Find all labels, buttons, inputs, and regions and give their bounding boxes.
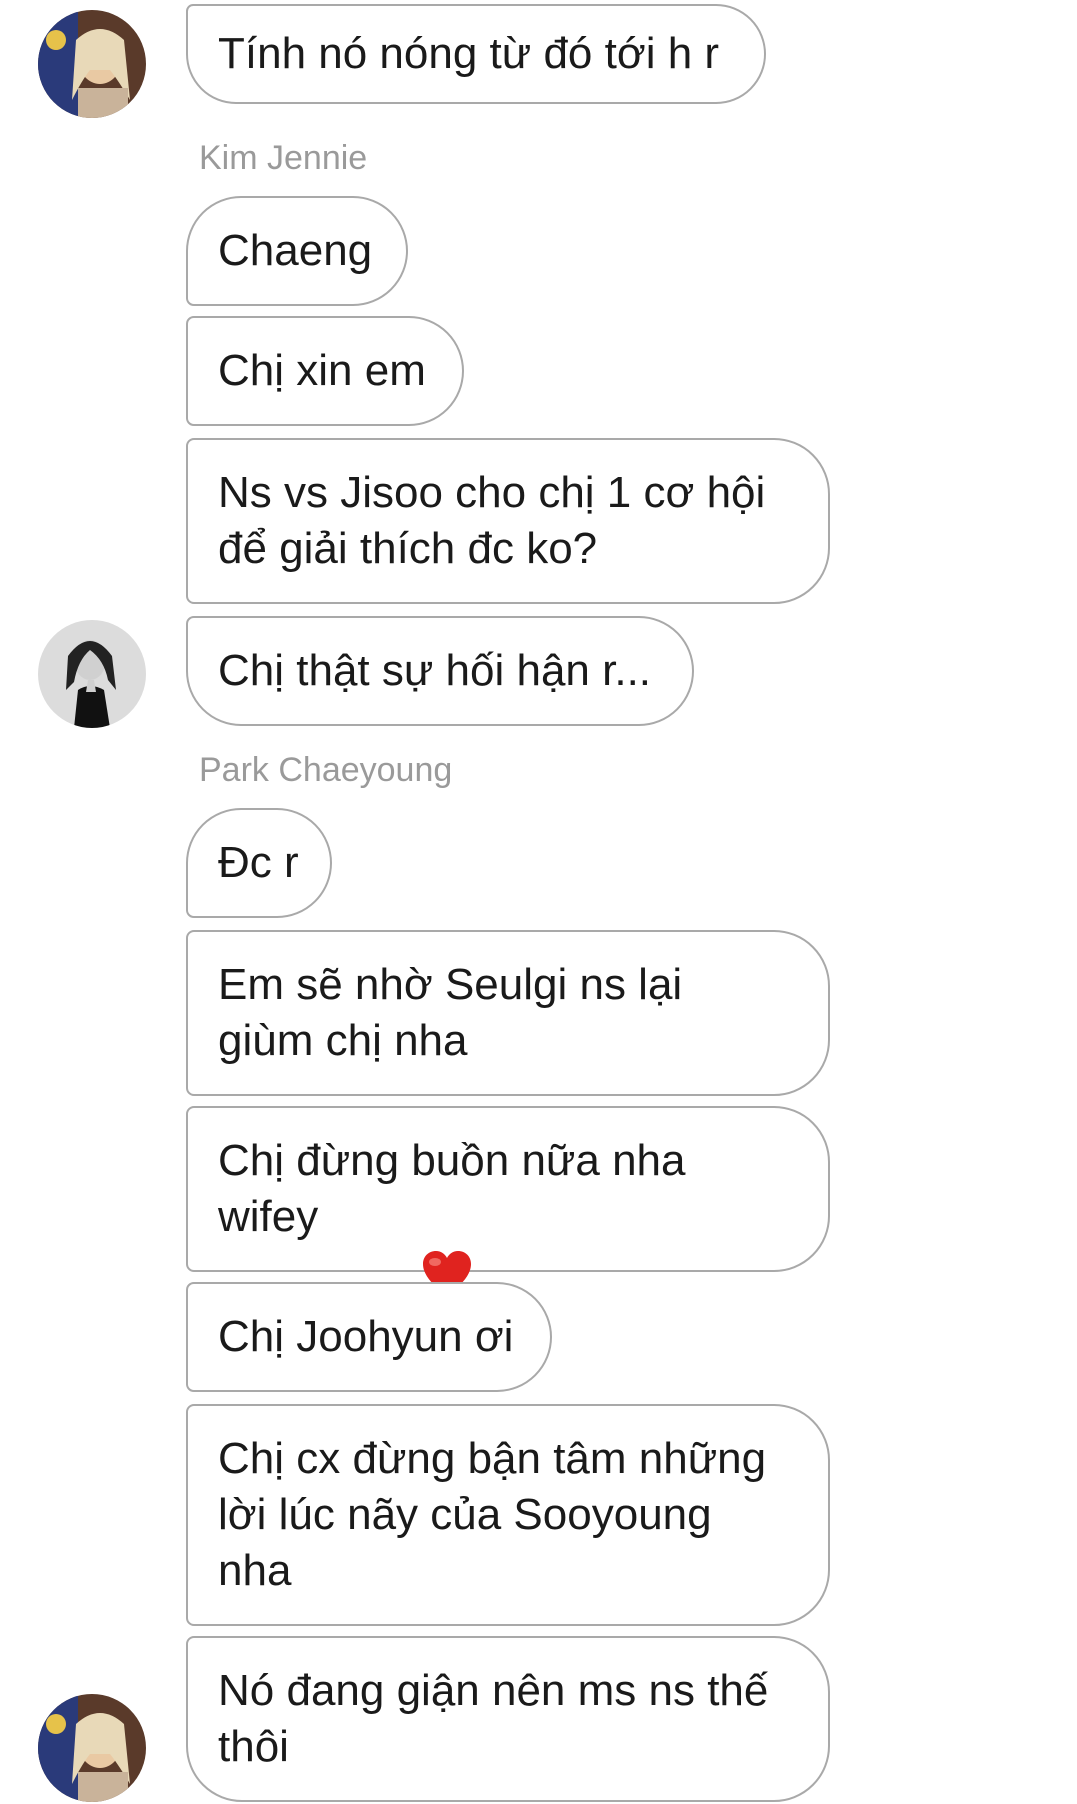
avatar-kim-jennie[interactable] bbox=[38, 620, 146, 728]
message-bubble[interactable]: Chị đừng buồn nữa nha wifey bbox=[186, 1106, 830, 1296]
message-bubble[interactable]: Chaeng bbox=[186, 196, 408, 306]
message-bubble[interactable]: Nó đang giận nên ms ns thế thôi bbox=[186, 1636, 830, 1802]
message-bubble[interactable]: Tính nó nóng từ đó tới h r bbox=[186, 4, 766, 104]
sender-name-park-chaeyoung: Park Chaeyoung bbox=[199, 751, 453, 789]
message-bubble[interactable]: Chị thật sự hối hận r... bbox=[186, 616, 694, 726]
message-bubble[interactable]: Chị xin em bbox=[186, 316, 464, 426]
message-bubble[interactable]: Chị cx đừng bận tâm những lời lúc nãy củ… bbox=[186, 1404, 830, 1626]
sender-name-kim-jennie: Kim Jennie bbox=[199, 139, 368, 177]
chat-thread: Tính nó nóng từ đó tới h r Kim Jennie Ch… bbox=[0, 0, 1077, 1804]
message-bubble[interactable]: Đc r bbox=[186, 808, 332, 918]
avatar-park-chaeyoung[interactable] bbox=[38, 10, 146, 118]
message-bubble[interactable]: Chị Joohyun ơi bbox=[186, 1282, 552, 1392]
message-bubble[interactable]: Em sẽ nhờ Seulgi ns lại giùm chị nha bbox=[186, 930, 830, 1096]
avatar-park-chaeyoung[interactable] bbox=[38, 1694, 146, 1802]
message-bubble[interactable]: Ns vs Jisoo cho chị 1 cơ hội để giải thí… bbox=[186, 438, 830, 604]
